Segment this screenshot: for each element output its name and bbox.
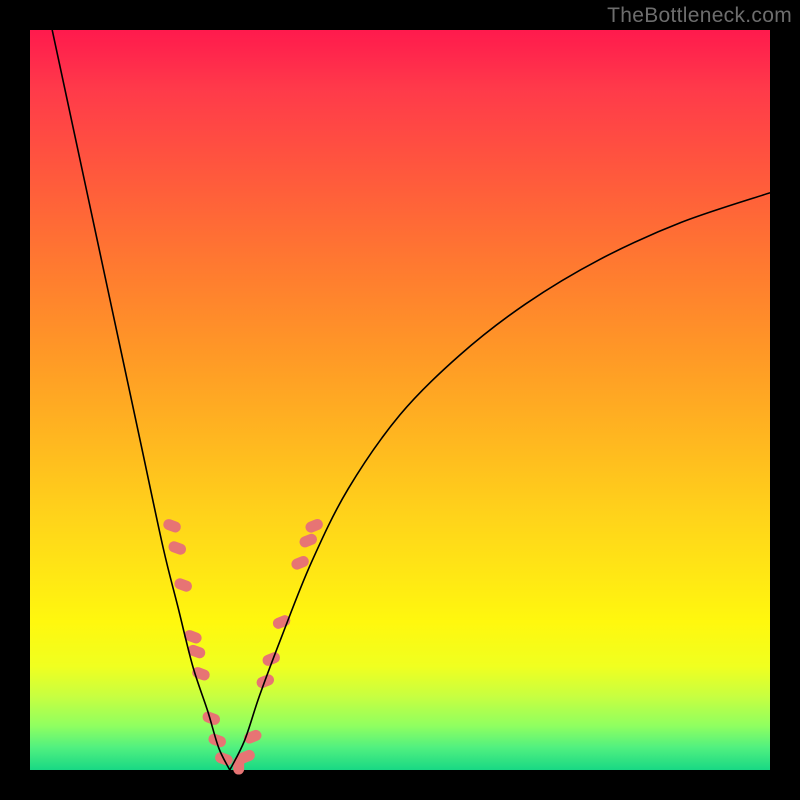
marker-blob [167,540,188,556]
chart-svg [30,30,770,770]
marker-blob [304,517,325,534]
marker-blob [173,577,194,593]
marker-blob [162,518,183,534]
right-curve [230,193,770,770]
marker-layer [162,517,325,774]
marker-blob [298,532,319,549]
chart-frame: TheBottleneck.com [0,0,800,800]
marker-blob [290,554,311,571]
watermark-text: TheBottleneck.com [607,4,792,28]
left-curve [52,30,230,770]
marker-blob [207,732,228,748]
